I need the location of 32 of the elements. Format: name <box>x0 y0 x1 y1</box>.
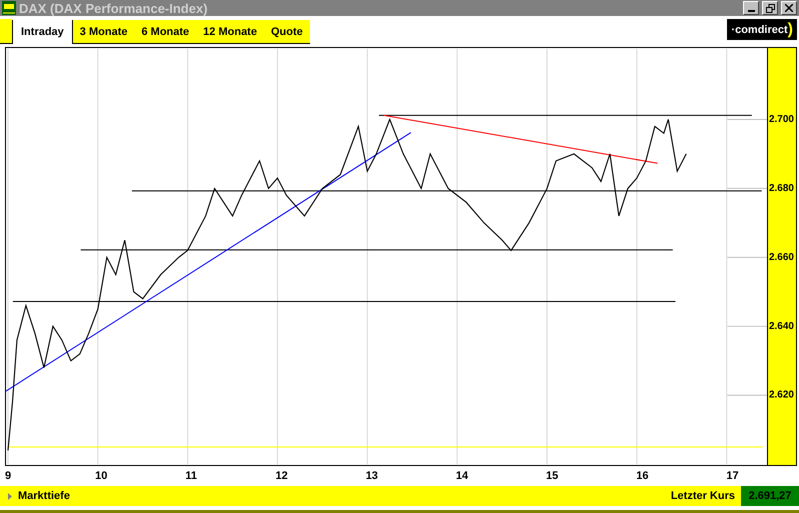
app-icon <box>2 1 16 16</box>
window-title: DAX (DAX Performance-Index) <box>19 0 209 16</box>
y-axis-label: 2.700 <box>769 114 794 126</box>
tab[interactable]: Quote <box>264 20 310 44</box>
y-axis-label: 2.680 <box>769 183 794 194</box>
minimize-button[interactable] <box>743 1 759 16</box>
market-depth-link[interactable]: Markttiefe <box>18 490 70 502</box>
y-axis-label: 2.620 <box>769 390 794 402</box>
tab[interactable]: 12 Monate <box>196 20 264 44</box>
restore-button[interactable] <box>762 1 778 16</box>
triangle-icon <box>8 492 12 500</box>
y-axis-label: 2.660 <box>769 252 794 264</box>
tab-strip-edge <box>0 19 12 44</box>
close-button[interactable] <box>781 1 797 16</box>
x-axis-label: 10 <box>95 470 108 482</box>
close-icon <box>785 4 793 12</box>
x-axis-label: 15 <box>546 470 558 482</box>
x-axis-label: 14 <box>456 470 468 482</box>
x-axis-label: 12 <box>276 470 288 482</box>
tab[interactable]: Intraday <box>12 20 73 44</box>
y-axis-label: 2.640 <box>769 321 794 332</box>
x-axis-label: 11 <box>185 470 197 482</box>
logo: ·comdirect) <box>727 19 797 40</box>
last-price-label: Letzter Kurs <box>670 490 735 502</box>
last-price-value: 2.691,27 <box>741 486 799 506</box>
x-axis-label: 9 <box>5 470 12 482</box>
restore-icon <box>766 4 774 13</box>
tab[interactable]: 3 Monate <box>72 20 134 44</box>
x-axis-label: 13 <box>366 470 378 482</box>
x-axis-label: 16 <box>636 470 648 482</box>
tab[interactable]: 6 Monate <box>134 20 196 44</box>
x-axis-label: 17 <box>726 470 739 482</box>
